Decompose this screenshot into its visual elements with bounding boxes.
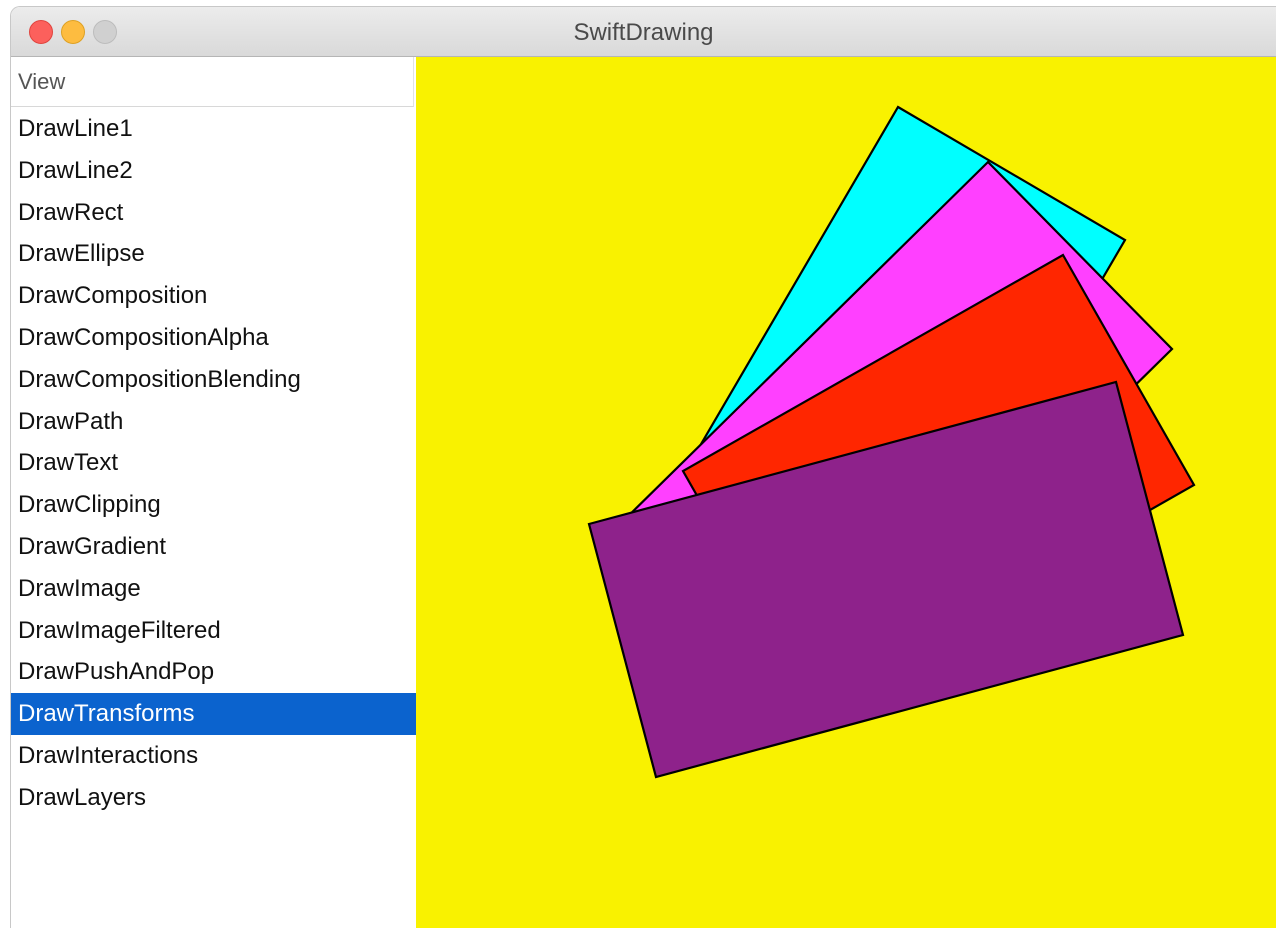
title-bar[interactable]: SwiftDrawing bbox=[11, 7, 1276, 57]
sidebar-column-header-label: View bbox=[18, 69, 66, 94]
list-item[interactable]: DrawCompositionAlpha bbox=[11, 317, 416, 359]
list-item[interactable]: DrawTransforms bbox=[11, 693, 416, 735]
list-item[interactable]: DrawLayers bbox=[11, 777, 416, 819]
list-item[interactable]: DrawRect bbox=[11, 192, 416, 234]
list-item[interactable]: DrawLine2 bbox=[11, 150, 416, 192]
list-item[interactable]: DrawCompositionBlending bbox=[11, 359, 416, 401]
view-list[interactable]: DrawLine1 DrawLine2 DrawRect DrawEllipse Dra… bbox=[11, 108, 416, 819]
list-item[interactable]: DrawImageFiltered bbox=[11, 610, 416, 652]
app-window: SwiftDrawing View DrawLine1 DrawLine2 Draw… bbox=[10, 6, 1276, 928]
list-item[interactable]: DrawClipping bbox=[11, 484, 416, 526]
list-item[interactable]: DrawPushAndPop bbox=[11, 651, 416, 693]
list-item[interactable]: DrawEllipse bbox=[11, 233, 416, 275]
list-item[interactable]: DrawInteractions bbox=[11, 735, 416, 777]
list-item[interactable]: DrawGradient bbox=[11, 526, 416, 568]
sidebar: View DrawLine1 DrawLine2 DrawRect DrawEllip… bbox=[11, 57, 416, 928]
list-item[interactable]: DrawPath bbox=[11, 401, 416, 443]
transforms-drawing bbox=[587, 105, 1196, 779]
sidebar-column-header[interactable]: View bbox=[11, 57, 414, 107]
list-item[interactable]: DrawLine1 bbox=[11, 108, 416, 150]
list-item[interactable]: DrawComposition bbox=[11, 275, 416, 317]
list-item[interactable]: DrawText bbox=[11, 442, 416, 484]
window-title: SwiftDrawing bbox=[573, 19, 714, 46]
drawing-canvas[interactable] bbox=[416, 57, 1276, 928]
list-item[interactable]: DrawImage bbox=[11, 568, 416, 610]
